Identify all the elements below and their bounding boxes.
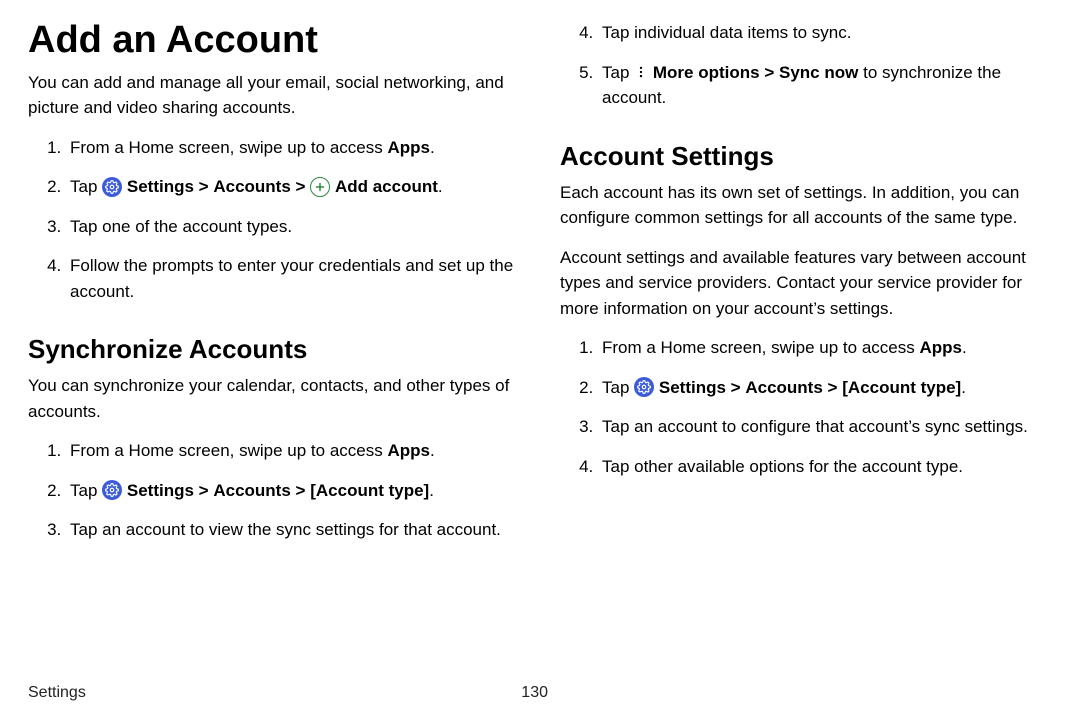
- step-text: .: [430, 441, 435, 460]
- step-text: Tap: [70, 177, 102, 196]
- settings-icon: [102, 177, 122, 197]
- step-text: Tap: [602, 378, 634, 397]
- chevron-icon: >: [296, 481, 306, 500]
- list-item: Tap individual data items to sync.: [598, 20, 1052, 46]
- settings-label: Settings: [127, 177, 194, 196]
- chevron-icon: >: [296, 177, 306, 196]
- sync-accounts-steps-cont: Tap individual data items to sync. Tap M…: [560, 20, 1052, 111]
- settings-icon: [102, 480, 122, 500]
- apps-label: Apps: [387, 138, 430, 157]
- list-item: Tap More options > Sync now to synchroni…: [598, 60, 1052, 111]
- list-item: Tap Settings > Accounts > [Account type]…: [598, 375, 1052, 401]
- body-paragraph: Account settings and available features …: [560, 245, 1052, 322]
- apps-label: Apps: [919, 338, 962, 357]
- step-text: From a Home screen, swipe up to access: [602, 338, 919, 357]
- step-text: From a Home screen, swipe up to access: [70, 138, 387, 157]
- intro-paragraph: You can add and manage all your email, s…: [28, 70, 520, 121]
- chevron-icon: >: [199, 481, 209, 500]
- chevron-icon: >: [199, 177, 209, 196]
- manual-page: Add an Account You can add and manage al…: [0, 0, 1080, 720]
- more-options-label: More options: [653, 63, 760, 82]
- settings-icon: [634, 377, 654, 397]
- body-paragraph: Each account has its own set of settings…: [560, 180, 1052, 231]
- page-title: Add an Account: [28, 20, 520, 62]
- step-text: Tap: [70, 481, 102, 500]
- account-settings-steps: From a Home screen, swipe up to access A…: [560, 335, 1052, 479]
- account-type-label: [Account type]: [842, 378, 961, 397]
- page-footer: Settings 130: [28, 674, 548, 702]
- step-text: .: [429, 481, 434, 500]
- step-text: From a Home screen, swipe up to access: [70, 441, 387, 460]
- list-item: Tap an account to view the sync settings…: [66, 517, 520, 543]
- chevron-icon: >: [828, 378, 838, 397]
- settings-label: Settings: [659, 378, 726, 397]
- intro-paragraph: You can synchronize your calendar, conta…: [28, 373, 520, 424]
- accounts-label: Accounts: [213, 481, 290, 500]
- step-text: .: [430, 138, 435, 157]
- list-item: Tap one of the account types.: [66, 214, 520, 240]
- right-column: Tap individual data items to sync. Tap M…: [560, 20, 1052, 674]
- list-item: Tap Settings > Accounts > [Account type]…: [66, 478, 520, 504]
- list-item: Tap an account to configure that account…: [598, 414, 1052, 440]
- settings-label: Settings: [127, 481, 194, 500]
- left-column: Add an Account You can add and manage al…: [28, 20, 520, 674]
- list-item: From a Home screen, swipe up to access A…: [66, 135, 520, 161]
- list-item: Tap other available options for the acco…: [598, 454, 1052, 480]
- step-text: .: [962, 338, 967, 357]
- more-options-icon: [634, 63, 648, 81]
- step-text: .: [961, 378, 966, 397]
- accounts-label: Accounts: [213, 177, 290, 196]
- page-number: 130: [521, 684, 548, 702]
- plus-icon: [310, 177, 330, 197]
- add-account-steps: From a Home screen, swipe up to access A…: [28, 135, 520, 305]
- chevron-icon: >: [764, 63, 774, 82]
- sync-accounts-steps: From a Home screen, swipe up to access A…: [28, 438, 520, 543]
- footer-section-label: Settings: [28, 684, 86, 702]
- account-type-label: [Account type]: [310, 481, 429, 500]
- list-item: Follow the prompts to enter your credent…: [66, 253, 520, 304]
- list-item: From a Home screen, swipe up to access A…: [66, 438, 520, 464]
- apps-label: Apps: [387, 441, 430, 460]
- add-account-label: Add account: [335, 177, 438, 196]
- accounts-label: Accounts: [745, 378, 822, 397]
- section-heading: Synchronize Accounts: [28, 334, 520, 365]
- list-item: Tap Settings > Accounts > Add account.: [66, 174, 520, 200]
- step-text: .: [438, 177, 443, 196]
- two-column-layout: Add an Account You can add and manage al…: [28, 20, 1052, 674]
- list-item: From a Home screen, swipe up to access A…: [598, 335, 1052, 361]
- section-heading: Account Settings: [560, 141, 1052, 172]
- sync-now-label: Sync now: [779, 63, 858, 82]
- chevron-icon: >: [731, 378, 741, 397]
- step-text: Tap: [602, 63, 634, 82]
